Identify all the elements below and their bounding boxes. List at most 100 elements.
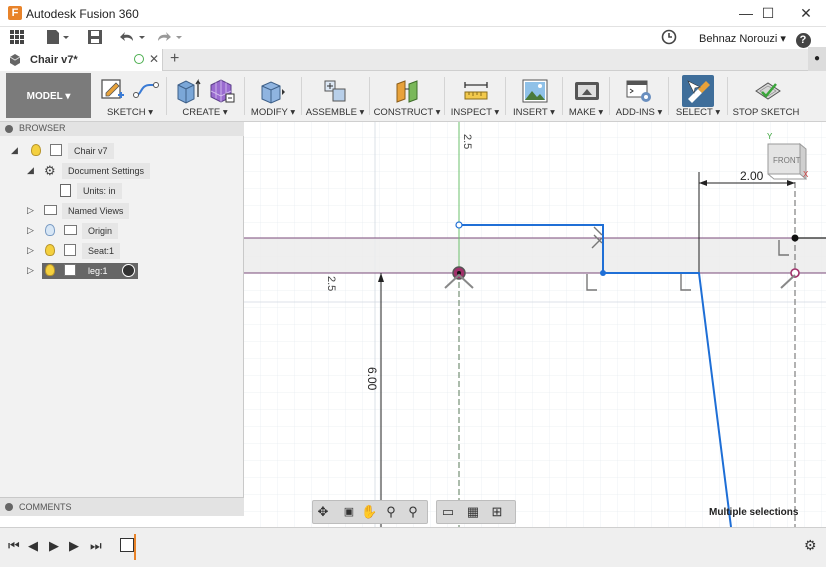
go-to-start-icon[interactable]: ⏮ [8, 538, 20, 554]
grid-label-left: 2.5 [325, 276, 337, 291]
sketch-viewport[interactable]: 2.00 6.00 2.5 2.5 FRONT X Y [244, 122, 826, 527]
workspace-switcher[interactable]: MODEL ▾ [6, 73, 91, 118]
tree-item-label: leg:1 [82, 263, 114, 279]
design-canvas[interactable]: 2.00 6.00 2.5 2.5 FRONT X Y [244, 122, 826, 527]
timeline-settings-icon[interactable]: ⚙ [804, 537, 817, 554]
make-group[interactable]: MAKE ▾ [566, 73, 606, 120]
document-tab[interactable]: Chair v7* ✕ [0, 49, 163, 71]
browser-header[interactable]: BROWSER [0, 122, 244, 136]
activate-radio-icon[interactable] [122, 264, 135, 277]
modify-group[interactable]: MODIFY ▾ [248, 73, 298, 120]
collapse-arrow-icon[interactable]: ◢ [11, 145, 18, 156]
help-icon[interactable]: ? [791, 29, 815, 48]
new-component-icon[interactable] [321, 77, 347, 103]
zoom-window-icon[interactable]: ⚲ [405, 504, 421, 520]
create-group[interactable]: CREATE ▾ [170, 73, 240, 120]
select-group[interactable]: SELECT ▾ [672, 73, 724, 120]
job-status-clock-icon[interactable] [660, 29, 678, 47]
new-tab-button[interactable]: + [170, 50, 179, 68]
inspect-group[interactable]: INSPECT ▾ [448, 73, 502, 120]
addins-group[interactable]: ADD-INS ▾ [613, 73, 665, 120]
viewcube-face-label: FRONT [773, 156, 801, 165]
tree-item-seat[interactable]: ▷ Seat:1 [0, 242, 244, 260]
browser-collapse-icon[interactable] [5, 125, 13, 133]
insert-group[interactable]: INSERT ▾ [509, 73, 559, 120]
document-tab-label: Chair v7* [30, 54, 78, 66]
display-settings-icon[interactable]: ▭ [440, 504, 456, 520]
close-button[interactable]: ✕ [786, 0, 826, 27]
tree-item-root[interactable]: ◢ Chair v7 [0, 142, 244, 160]
grid-settings-icon[interactable]: ▦ [465, 504, 481, 520]
expand-arrow-icon[interactable]: ▷ [27, 265, 34, 276]
dimension-6-label[interactable]: 6.00 [365, 367, 379, 391]
expand-arrow-icon[interactable]: ▷ [27, 205, 34, 216]
file-menu-icon[interactable] [44, 29, 70, 47]
sketch-group-label: SKETCH ▾ [107, 107, 153, 118]
sketch-point[interactable] [455, 221, 463, 229]
app-grid-icon[interactable] [8, 29, 26, 47]
collapse-arrow-icon[interactable]: ◢ [27, 165, 34, 176]
3d-print-icon[interactable] [573, 77, 599, 103]
document-tab-bar: Chair v7* ✕ + ● [0, 47, 826, 71]
timeline-marker[interactable] [134, 534, 136, 560]
go-to-end-icon[interactable]: ⏭ [90, 538, 102, 554]
construct-group[interactable]: CONSTRUCT ▾ [373, 73, 441, 120]
sketch-group[interactable]: SKETCH ▾ [96, 73, 164, 120]
component-icon [64, 244, 76, 256]
orbit-move-icon[interactable]: ✥ [315, 504, 331, 520]
insert-image-icon[interactable] [521, 77, 548, 103]
press-pull-icon[interactable] [258, 77, 285, 104]
tree-item-leg[interactable]: ▷ leg:1 [0, 262, 244, 280]
ribbon-divider [444, 77, 445, 115]
assemble-group[interactable]: ASSEMBLE ▾ [305, 73, 365, 120]
extrude-icon[interactable] [174, 77, 201, 104]
visibility-bulb-icon[interactable] [45, 244, 55, 256]
redo-icon[interactable] [155, 29, 185, 47]
tree-item-units[interactable]: Units: in [0, 182, 244, 200]
panel-toggle-icon[interactable]: ● [808, 47, 826, 71]
visibility-bulb-icon[interactable] [45, 224, 55, 236]
quick-access-toolbar: Behnaz Norouzi ▾ ? [0, 27, 826, 49]
scripts-addins-icon[interactable] [625, 77, 651, 103]
comments-title: COMMENTS [19, 502, 72, 512]
offset-plane-icon[interactable] [394, 77, 420, 103]
expand-arrow-icon[interactable]: ▷ [27, 245, 34, 256]
pan-hand-icon[interactable]: ✋ [361, 504, 377, 520]
form-box-icon[interactable] [208, 77, 235, 103]
expand-arrow-icon[interactable]: ▷ [27, 225, 34, 236]
tree-item-document-settings[interactable]: ◢ ⚙ Document Settings [0, 162, 244, 180]
stop-sketch-icon[interactable] [754, 77, 781, 103]
look-at-icon[interactable]: ▣ [341, 504, 357, 520]
create-sketch-icon[interactable] [100, 77, 126, 103]
line-tool-icon[interactable] [132, 77, 159, 103]
visibility-bulb-icon[interactable] [45, 264, 55, 276]
folder-icon [64, 225, 77, 235]
measure-icon[interactable] [462, 77, 488, 103]
insert-group-label: INSERT ▾ [513, 107, 555, 118]
stop-sketch-group[interactable]: STOP SKETCH [731, 73, 801, 120]
select-tool-icon[interactable] [682, 75, 714, 107]
zoom-icon[interactable]: ⚲ [383, 504, 399, 520]
user-account-menu[interactable]: Behnaz Norouzi ▾ [699, 32, 786, 45]
comments-panel[interactable]: COMMENTS [0, 497, 244, 516]
grid-label-top: 2.5 [461, 134, 473, 149]
ribbon-divider [301, 77, 302, 115]
tree-item-named-views[interactable]: ▷ Named Views [0, 202, 244, 220]
save-icon[interactable] [86, 29, 104, 47]
tree-item-origin[interactable]: ▷ Origin [0, 222, 244, 240]
visibility-bulb-icon[interactable] [31, 144, 41, 156]
comments-expand-icon[interactable] [5, 503, 13, 511]
step-back-icon[interactable]: ◀ [28, 538, 38, 554]
sketch-point[interactable] [791, 234, 799, 242]
maximize-button[interactable]: ☐ [748, 0, 788, 27]
step-forward-icon[interactable]: ▶ [69, 538, 79, 554]
close-tab-button[interactable]: ✕ [149, 52, 159, 66]
dimension-2-label[interactable]: 2.00 [740, 169, 764, 183]
undo-icon[interactable] [118, 29, 148, 47]
tree-item-label: Origin [82, 223, 119, 239]
sketch-point[interactable] [600, 270, 606, 276]
play-icon[interactable]: ▶ [49, 538, 59, 554]
timeline-sketch-feature-icon[interactable] [120, 538, 134, 552]
folder-icon [44, 205, 57, 215]
viewports-icon[interactable]: ⊞ [489, 504, 505, 520]
